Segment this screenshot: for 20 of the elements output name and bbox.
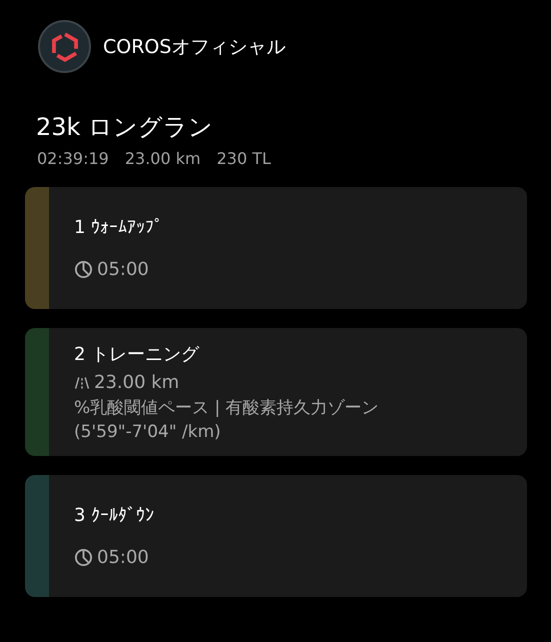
step-duration: 05:00 xyxy=(97,258,149,280)
step-target: %乳酸閾値ペース | 有酸素持久力ゾーン xyxy=(74,397,379,419)
avatar-logo-icon xyxy=(38,20,91,73)
workout-title: 23k ロングラン xyxy=(36,112,214,143)
step-duration: 05:00 xyxy=(97,546,149,568)
step-target: (5'59"-7'04" /km) xyxy=(74,422,222,442)
road-icon xyxy=(74,374,90,390)
author-name[interactable]: COROSオフィシャル xyxy=(103,34,286,60)
step-title: 3 ｸｰﾙﾀﾞｳﾝ xyxy=(74,504,154,526)
workout-stat: 02:39:19 xyxy=(37,149,109,168)
step-distance: 23.00 km xyxy=(94,372,180,393)
step-card[interactable]: 2 トレーニング 23.00 km %乳酸閾値ペース | 有酸素持久力ゾーン (5'59"-7'04" /km) xyxy=(25,328,527,456)
clock-icon xyxy=(74,260,93,278)
clock-icon xyxy=(74,548,93,566)
step-title: 2 トレーニング xyxy=(74,343,200,366)
step-card[interactable]: 3 ｸｰﾙﾀﾞｳﾝ 05:00 xyxy=(25,475,527,597)
step-card[interactable]: 1 ｳｫｰﾑｱｯﾌﾟ 05:00 xyxy=(25,187,527,309)
workout-stat: 23.00 km xyxy=(124,149,201,168)
step-title: 1 ｳｫｰﾑｱｯﾌﾟ xyxy=(74,216,164,238)
workout-stat: 230 TL xyxy=(216,149,271,168)
